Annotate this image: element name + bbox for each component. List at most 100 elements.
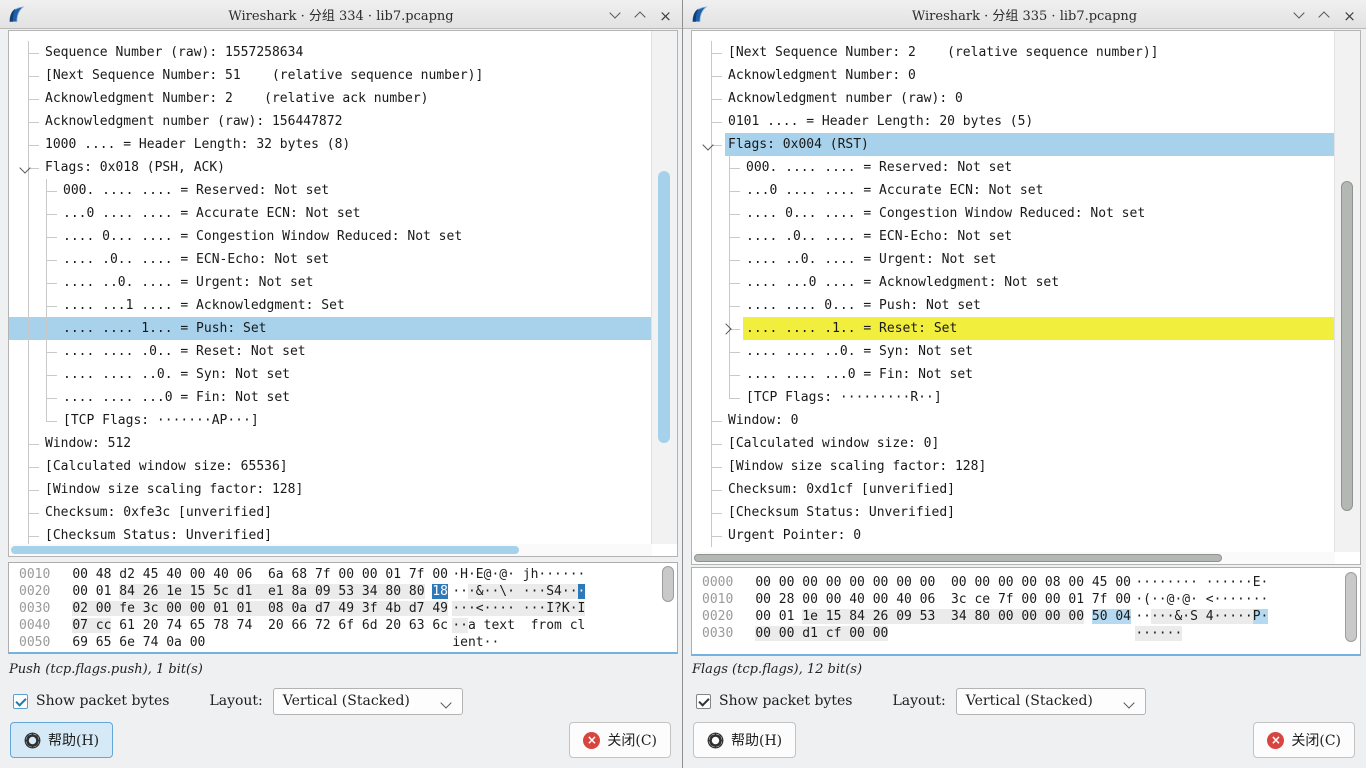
layout-label: Layout: <box>892 693 945 709</box>
hex-row[interactable]: 003000 00 d1 cf 00 00······ <box>692 625 1360 642</box>
horizontal-scrollbar-thumb[interactable] <box>11 546 519 554</box>
close-window-button[interactable]: × <box>657 6 674 23</box>
tree-row-text: .... .... 0... = Push: Not set <box>743 294 1335 317</box>
hex-row[interactable]: 004007 cc 61 20 74 65 78 74 20 66 72 6f … <box>9 617 677 634</box>
hex-ascii-segment: ·H·E@·@· jh······ <box>452 567 585 582</box>
tree-row-text: Flags: 0x004 (RST) <box>725 133 1335 156</box>
tree-row[interactable]: [Next Sequence Number: 51 (relative sequ… <box>9 64 652 87</box>
tree-row[interactable]: Checksum: 0xfe3c [unverified] <box>9 501 652 524</box>
tree-guide <box>28 409 29 432</box>
tree-guide <box>711 248 712 271</box>
close-button[interactable]: × 关闭(C) <box>569 722 671 758</box>
tree-row[interactable]: Window: 0 <box>692 409 1335 432</box>
hex-row[interactable]: 003002 00 fe 3c 00 00 01 01 08 0a d7 49 … <box>9 600 677 617</box>
layout-select[interactable]: Vertical (Stacked) <box>273 688 463 715</box>
window-title: Wireshark · 分组 335 · lib7.pcapng <box>683 5 1366 24</box>
hex-scrollbar-thumb[interactable] <box>1345 572 1357 642</box>
tree-row[interactable]: ...0 .... .... = Accurate ECN: Not set <box>9 202 652 225</box>
close-button[interactable]: × 关闭(C) <box>1253 722 1355 758</box>
tree-row[interactable]: .... .... ..0. = Syn: Not set <box>9 363 652 386</box>
maximize-window-button[interactable] <box>632 6 649 23</box>
hex-scrollbar-thumb[interactable] <box>662 566 674 602</box>
vertical-scrollbar-thumb[interactable] <box>658 171 670 443</box>
hex-byte-segment <box>1084 609 1092 624</box>
show-packet-bytes-checkbox[interactable] <box>13 694 28 709</box>
titlebar[interactable]: Wireshark · 分组 335 · lib7.pcapng × <box>683 0 1366 29</box>
tree-row[interactable]: [Calculated window size: 65536] <box>9 455 652 478</box>
tree-row[interactable]: Acknowledgment number (raw): 0 <box>692 87 1335 110</box>
shade-window-button[interactable] <box>607 6 624 23</box>
hex-row[interactable]: 002000 01 84 26 1e 15 5c d1 e1 8a 09 53 … <box>9 583 677 600</box>
tree-row[interactable]: 1000 .... = Header Length: 32 bytes (8) <box>9 133 652 156</box>
tree-row[interactable]: [Checksum Status: Unverified] <box>692 501 1335 524</box>
tree-row[interactable]: Acknowledgment Number: 0 <box>692 64 1335 87</box>
help-button[interactable]: 帮助(H) <box>10 722 113 758</box>
horizontal-scrollbar[interactable] <box>9 544 652 556</box>
hex-bytes: 00 01 84 26 1e 15 5c d1 e1 8a 09 53 34 8… <box>72 583 452 600</box>
tree-row[interactable]: Acknowledgment Number: 2 (relative ack n… <box>9 87 652 110</box>
tree-row[interactable]: .... .0.. .... = ECN-Echo: Not set <box>692 225 1335 248</box>
tree-row[interactable]: .... .... 1... = Push: Set <box>9 317 652 340</box>
tree-row[interactable]: [Next Sequence Number: 2 (relative seque… <box>692 41 1335 64</box>
hex-ascii-segment: ···&·S 4····· <box>1151 609 1253 624</box>
tree-row-text: 1000 .... = Header Length: 32 bytes (8) <box>42 133 652 156</box>
hex-row[interactable]: 001000 28 00 00 40 00 40 06 3c ce 7f 00 … <box>692 591 1360 608</box>
tree-row[interactable]: .... 0... .... = Congestion Window Reduc… <box>692 202 1335 225</box>
tree-row[interactable]: .... .... .0.. = Reset: Not set <box>9 340 652 363</box>
tree-row[interactable]: .... .... ..0. = Syn: Not set <box>692 340 1335 363</box>
help-buoy-icon <box>24 732 41 749</box>
tree-row[interactable]: .... .... ...0 = Fin: Not set <box>692 363 1335 386</box>
horizontal-scrollbar-thumb[interactable] <box>694 554 1222 562</box>
tree-row[interactable]: Checksum: 0xd1cf [unverified] <box>692 478 1335 501</box>
hex-row[interactable]: 002000 01 1e 15 84 26 09 53 34 80 00 00 … <box>692 608 1360 625</box>
checkmark-icon <box>15 695 26 706</box>
hex-row[interactable]: 001000 48 d2 45 40 00 40 06 6a 68 7f 00 … <box>9 566 677 583</box>
tree-row[interactable]: Flags: 0x018 (PSH, ACK) <box>9 156 652 179</box>
tree-row[interactable]: [Window size scaling factor: 128] <box>9 478 652 501</box>
hex-row[interactable]: 005069 65 6e 74 0a 00ient·· <box>9 634 677 651</box>
vertical-scrollbar[interactable] <box>1334 31 1360 552</box>
tree-row[interactable]: .... .... 0... = Push: Not set <box>692 294 1335 317</box>
hex-ascii-segment: ········ ······E· <box>1135 575 1268 590</box>
tree-row[interactable]: [TCP Flags: ·········R··] <box>692 386 1335 409</box>
tree-row[interactable]: .... .... ...0 = Fin: Not set <box>9 386 652 409</box>
tree-row[interactable]: .... ...1 .... = Acknowledgment: Set <box>9 294 652 317</box>
vertical-scrollbar-thumb[interactable] <box>1341 181 1353 511</box>
close-button-label: 关闭(C) <box>607 730 657 750</box>
tree-row[interactable]: .... 0... .... = Congestion Window Reduc… <box>9 225 652 248</box>
tree-row[interactable]: .... .0.. .... = ECN-Echo: Not set <box>9 248 652 271</box>
tree-row[interactable]: .... ..0. .... = Urgent: Not set <box>692 248 1335 271</box>
tree-row[interactable]: .... .... .1.. = Reset: Set <box>692 317 1335 340</box>
hex-row[interactable]: 000000 00 00 00 00 00 00 00 00 00 00 00 … <box>692 574 1360 591</box>
tree-row[interactable]: .... ...0 .... = Acknowledgment: Not set <box>692 271 1335 294</box>
vertical-scrollbar[interactable] <box>651 31 677 544</box>
maximize-window-button[interactable] <box>1316 6 1333 23</box>
tree-guide <box>28 248 29 271</box>
tree-row[interactable]: 0101 .... = Header Length: 20 bytes (5) <box>692 110 1335 133</box>
titlebar[interactable]: Wireshark · 分组 334 · lib7.pcapng × <box>0 0 682 29</box>
horizontal-scrollbar[interactable] <box>692 552 1335 564</box>
chevron-down-icon <box>440 697 451 708</box>
tree-row[interactable]: 000. .... .... = Reserved: Not set <box>692 156 1335 179</box>
tree-row[interactable]: Acknowledgment number (raw): 156447872 <box>9 110 652 133</box>
chevron-up-icon <box>1318 11 1329 22</box>
help-button[interactable]: 帮助(H) <box>693 722 796 758</box>
tree-row[interactable]: .... ..0. .... = Urgent: Not set <box>9 271 652 294</box>
tree-row[interactable]: [Calculated window size: 0] <box>692 432 1335 455</box>
tree-row[interactable]: [TCP Flags: ·······AP···] <box>9 409 652 432</box>
tree-branch <box>729 237 740 238</box>
shade-window-button[interactable] <box>1291 6 1308 23</box>
tree-row[interactable]: [Window size scaling factor: 128] <box>692 455 1335 478</box>
hex-offset: 0030 <box>692 625 733 642</box>
close-window-button[interactable]: × <box>1341 6 1358 23</box>
tree-row[interactable]: Urgent Pointer: 0 <box>692 524 1335 547</box>
tree-guide <box>28 363 29 386</box>
tree-row[interactable]: Flags: 0x004 (RST) <box>692 133 1335 156</box>
tree-row[interactable]: Sequence Number (raw): 1557258634 <box>9 41 652 64</box>
tree-row[interactable]: 000. .... .... = Reserved: Not set <box>9 179 652 202</box>
show-packet-bytes-checkbox[interactable] <box>696 694 711 709</box>
tree-row[interactable]: Window: 512 <box>9 432 652 455</box>
tree-row[interactable]: ...0 .... .... = Accurate ECN: Not set <box>692 179 1335 202</box>
layout-select[interactable]: Vertical (Stacked) <box>956 688 1146 715</box>
hex-byte-segment: 1e 15 84 26 09 53 34 80 00 00 00 00 <box>802 609 1084 624</box>
